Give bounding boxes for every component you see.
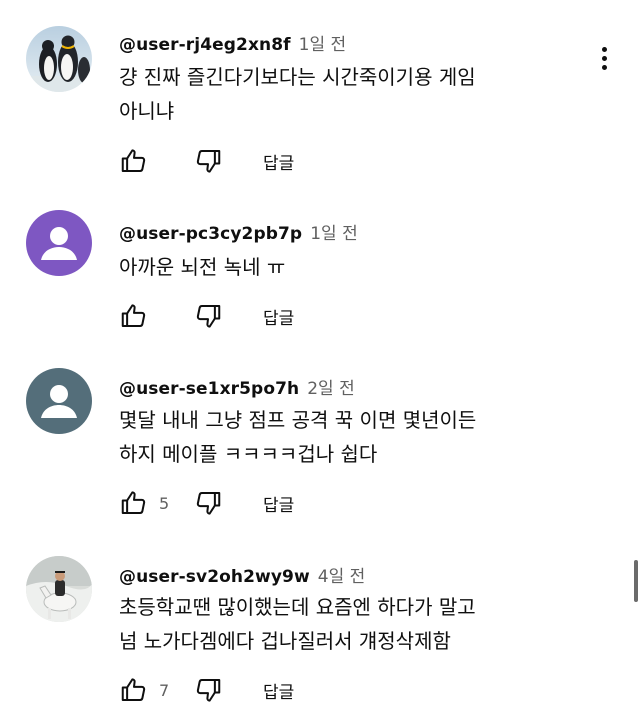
reply-button[interactable]: 답글 xyxy=(263,149,294,174)
comment: @user-pc3cy2pb7p 1일 전 아까운 뇌전 녹네 ㅠ 답글 xyxy=(0,190,640,350)
comment-line: 아까운 뇌전 녹네 ㅠ xyxy=(119,255,286,279)
comment-actions: 5 답글 xyxy=(117,485,294,521)
comment-line: 초등학교땐 많이했는데 요즘엔 하다가 말고 xyxy=(119,595,476,619)
comment-text: 초등학교땐 많이했는데 요즘엔 하다가 말고 넘 노가다겜에다 겁나질러서 걔정… xyxy=(119,590,579,658)
comment-line: 하지 메이플 ㅋㅋㅋㅋ겁나 쉽다 xyxy=(119,442,378,466)
comment-actions: 7 답글 xyxy=(117,672,294,708)
comment-time[interactable]: 1일 전 xyxy=(310,219,358,244)
scrollbar-thumb[interactable] xyxy=(634,560,638,602)
reply-button[interactable]: 답글 xyxy=(263,304,294,329)
comment-time[interactable]: 2일 전 xyxy=(307,374,355,399)
comment-line: 넘 노가다겜에다 겁나질러서 걔정삭제함 xyxy=(119,629,451,653)
thumbs-up-icon[interactable] xyxy=(117,299,151,333)
reply-button[interactable]: 답글 xyxy=(263,678,294,703)
author-name[interactable]: @user-se1xr5po7h xyxy=(119,379,299,399)
comment-time[interactable]: 1일 전 xyxy=(299,30,347,55)
like-count: 7 xyxy=(159,680,170,700)
thumbs-up-icon[interactable] xyxy=(117,486,151,520)
comment-line: 몇달 내내 그냥 점프 공격 꾹 이면 몇년이든 xyxy=(119,408,477,432)
thumbs-up-icon[interactable] xyxy=(117,673,151,707)
comment-header: @user-sv2oh2wy9w 4일 전 xyxy=(119,562,365,587)
comment: @user-sv2oh2wy9w 4일 전 초등학교땐 많이했는데 요즘엔 하다… xyxy=(0,540,640,714)
comment-line: 아니냐 xyxy=(119,99,175,123)
thumbs-up-icon[interactable] xyxy=(117,144,151,178)
comment-text: 아까운 뇌전 녹네 ㅠ xyxy=(119,250,579,284)
comment-header: @user-rj4eg2xn8f 1일 전 xyxy=(119,30,346,55)
comment-header: @user-se1xr5po7h 2일 전 xyxy=(119,374,355,399)
comment-text: 몇달 내내 그냥 점프 공격 꾹 이면 몇년이든 하지 메이플 ㅋㅋㅋㅋ겁나 쉽… xyxy=(119,403,579,471)
comment-header: @user-pc3cy2pb7p 1일 전 xyxy=(119,219,358,244)
comment: @user-se1xr5po7h 2일 전 몇달 내내 그냥 점프 공격 꾹 이… xyxy=(0,350,640,540)
thumbs-down-icon[interactable] xyxy=(191,486,225,520)
thumbs-down-icon[interactable] xyxy=(191,299,225,333)
more-vertical-icon[interactable] xyxy=(590,40,618,76)
avatar[interactable] xyxy=(26,210,92,276)
comment-actions: 답글 xyxy=(117,298,294,334)
avatar[interactable] xyxy=(26,556,92,622)
thumbs-down-icon[interactable] xyxy=(191,144,225,178)
comment-line: 걍 진짜 즐긴다기보다는 시간죽이기용 게임 xyxy=(119,65,476,89)
comment-text: 걍 진짜 즐긴다기보다는 시간죽이기용 게임 아니냐 xyxy=(119,60,579,128)
avatar[interactable] xyxy=(26,26,92,92)
author-name[interactable]: @user-rj4eg2xn8f xyxy=(119,35,291,55)
comment: @user-rj4eg2xn8f 1일 전 걍 진짜 즐긴다기보다는 시간죽이기… xyxy=(0,0,640,190)
author-name[interactable]: @user-sv2oh2wy9w xyxy=(119,567,310,587)
like-count: 5 xyxy=(159,493,170,513)
comment-actions: 답글 xyxy=(117,143,294,179)
comment-time[interactable]: 4일 전 xyxy=(318,562,366,587)
author-name[interactable]: @user-pc3cy2pb7p xyxy=(119,224,302,244)
reply-button[interactable]: 답글 xyxy=(263,491,294,516)
thumbs-down-icon[interactable] xyxy=(191,673,225,707)
avatar[interactable] xyxy=(26,368,92,434)
